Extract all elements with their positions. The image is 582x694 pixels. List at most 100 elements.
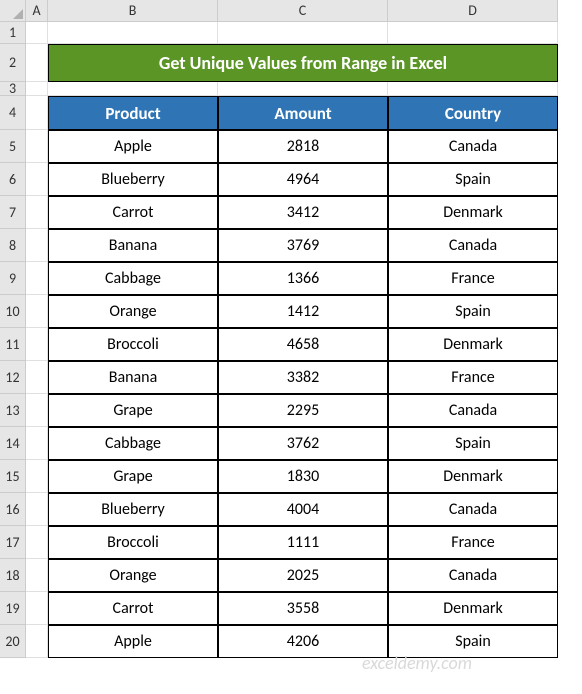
title-cell[interactable]: Get Unique Values from Range in Excel	[48, 44, 558, 82]
row-header-3[interactable]: 3	[0, 82, 26, 96]
table-cell[interactable]: Spain	[388, 163, 558, 196]
table-cell[interactable]: Banana	[48, 229, 218, 262]
cell-a-14[interactable]	[26, 427, 48, 460]
table-cell[interactable]: Spain	[388, 295, 558, 328]
cell-empty[interactable]	[48, 22, 218, 44]
table-cell[interactable]: Canada	[388, 130, 558, 163]
row-header-6[interactable]: 6	[0, 163, 26, 196]
cell-a-18[interactable]	[26, 559, 48, 592]
row-header-12[interactable]: 12	[0, 361, 26, 394]
table-cell[interactable]: 4964	[218, 163, 388, 196]
row-header-18[interactable]: 18	[0, 559, 26, 592]
cell-a-13[interactable]	[26, 394, 48, 427]
col-header-d[interactable]: D	[388, 0, 558, 22]
col-header-b[interactable]: B	[48, 0, 218, 22]
table-cell[interactable]: France	[388, 262, 558, 295]
table-cell[interactable]: Spain	[388, 625, 558, 658]
cell-a-17[interactable]	[26, 526, 48, 559]
table-cell[interactable]: Apple	[48, 625, 218, 658]
table-cell[interactable]: 3382	[218, 361, 388, 394]
cell-empty[interactable]	[388, 22, 558, 44]
table-header-amount[interactable]: Amount	[218, 96, 388, 130]
table-cell[interactable]: France	[388, 361, 558, 394]
cell-a-7[interactable]	[26, 196, 48, 229]
table-cell[interactable]: Carrot	[48, 196, 218, 229]
col-header-a[interactable]: A	[26, 0, 48, 22]
cell-a-8[interactable]	[26, 229, 48, 262]
cell-a-4[interactable]	[26, 96, 48, 130]
table-cell[interactable]: Apple	[48, 130, 218, 163]
row-header-7[interactable]: 7	[0, 196, 26, 229]
row-header-10[interactable]: 10	[0, 295, 26, 328]
table-cell[interactable]: 2295	[218, 394, 388, 427]
table-cell[interactable]: Cabbage	[48, 427, 218, 460]
table-cell[interactable]: 1830	[218, 460, 388, 493]
row-header-2[interactable]: 2	[0, 44, 26, 82]
row-header-9[interactable]: 9	[0, 262, 26, 295]
table-header-country[interactable]: Country	[388, 96, 558, 130]
cell-a-12[interactable]	[26, 361, 48, 394]
row-header-14[interactable]: 14	[0, 427, 26, 460]
cell-empty[interactable]	[48, 82, 218, 96]
table-cell[interactable]: Denmark	[388, 196, 558, 229]
row-header-19[interactable]: 19	[0, 592, 26, 625]
table-cell[interactable]: Grape	[48, 394, 218, 427]
row-header-11[interactable]: 11	[0, 328, 26, 361]
cell-a-11[interactable]	[26, 328, 48, 361]
table-cell[interactable]: 4004	[218, 493, 388, 526]
cell-a-1[interactable]	[26, 22, 48, 44]
row-header-20[interactable]: 20	[0, 625, 26, 658]
table-cell[interactable]: Blueberry	[48, 493, 218, 526]
table-cell[interactable]: Carrot	[48, 592, 218, 625]
table-cell[interactable]: Canada	[388, 559, 558, 592]
table-header-product[interactable]: Product	[48, 96, 218, 130]
table-cell[interactable]: 1111	[218, 526, 388, 559]
row-header-1[interactable]: 1	[0, 22, 26, 44]
table-cell[interactable]: 1412	[218, 295, 388, 328]
table-cell[interactable]: Grape	[48, 460, 218, 493]
cell-a-19[interactable]	[26, 592, 48, 625]
table-cell[interactable]: Spain	[388, 427, 558, 460]
col-header-c[interactable]: C	[218, 0, 388, 22]
table-cell[interactable]: Denmark	[388, 460, 558, 493]
cell-a-6[interactable]	[26, 163, 48, 196]
table-cell[interactable]: Cabbage	[48, 262, 218, 295]
row-header-4[interactable]: 4	[0, 96, 26, 130]
cell-a-16[interactable]	[26, 493, 48, 526]
table-cell[interactable]: 4206	[218, 625, 388, 658]
cell-a-5[interactable]	[26, 130, 48, 163]
cell-a-3[interactable]	[26, 82, 48, 96]
cell-a-2[interactable]	[26, 44, 48, 82]
table-cell[interactable]: Broccoli	[48, 328, 218, 361]
table-cell[interactable]: Broccoli	[48, 526, 218, 559]
row-header-8[interactable]: 8	[0, 229, 26, 262]
table-cell[interactable]: 4658	[218, 328, 388, 361]
row-header-16[interactable]: 16	[0, 493, 26, 526]
table-cell[interactable]: 3558	[218, 592, 388, 625]
cell-a-9[interactable]	[26, 262, 48, 295]
table-cell[interactable]: Orange	[48, 559, 218, 592]
table-cell[interactable]: 1366	[218, 262, 388, 295]
row-header-13[interactable]: 13	[0, 394, 26, 427]
cell-a-20[interactable]	[26, 625, 48, 658]
table-cell[interactable]: Denmark	[388, 592, 558, 625]
cell-a-10[interactable]	[26, 295, 48, 328]
cell-empty[interactable]	[388, 82, 558, 96]
table-cell[interactable]: 3762	[218, 427, 388, 460]
cell-a-15[interactable]	[26, 460, 48, 493]
table-cell[interactable]: Blueberry	[48, 163, 218, 196]
table-cell[interactable]: Orange	[48, 295, 218, 328]
table-cell[interactable]: 2025	[218, 559, 388, 592]
row-header-15[interactable]: 15	[0, 460, 26, 493]
cell-empty[interactable]	[218, 22, 388, 44]
table-cell[interactable]: Canada	[388, 229, 558, 262]
table-cell[interactable]: 3412	[218, 196, 388, 229]
cell-empty[interactable]	[218, 82, 388, 96]
select-all-corner[interactable]	[0, 0, 26, 22]
table-cell[interactable]: Canada	[388, 493, 558, 526]
table-cell[interactable]: France	[388, 526, 558, 559]
table-cell[interactable]: 3769	[218, 229, 388, 262]
row-header-5[interactable]: 5	[0, 130, 26, 163]
table-cell[interactable]: Canada	[388, 394, 558, 427]
table-cell[interactable]: 2818	[218, 130, 388, 163]
